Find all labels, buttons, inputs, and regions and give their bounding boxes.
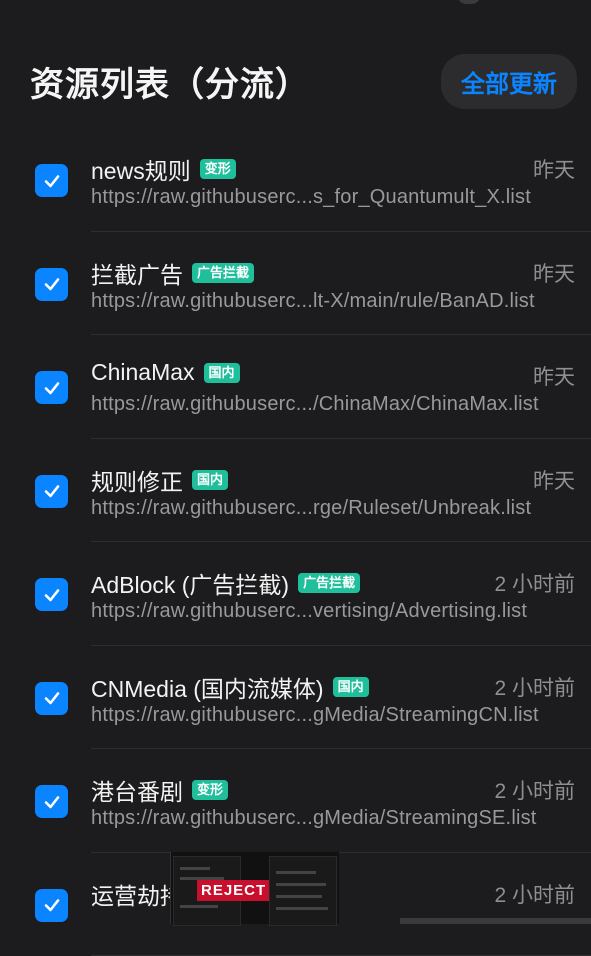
checkmark-icon	[42, 792, 62, 812]
checkbox[interactable]	[35, 371, 68, 404]
checkmark-icon	[42, 585, 62, 605]
updated-time: 昨天	[533, 258, 575, 288]
name-line: news规则变形	[91, 152, 236, 186]
list-item[interactable]: AdBlock (广告拦截) 广告拦截 2 小时前https://raw.githu…	[0, 542, 591, 646]
updated-time: 2 小时前	[494, 775, 575, 805]
list-header: 资源列表（分流） 全部更新	[30, 52, 577, 110]
resource-url: https://raw.githubuserc.../ChinaMax/Chin…	[91, 393, 539, 416]
resource-url: https://raw.githubuserc...rge/Ruleset/Un…	[91, 497, 531, 520]
checkmark-icon	[42, 895, 62, 915]
home-indicator	[400, 918, 591, 924]
resource-name: 拦截广告	[91, 256, 183, 290]
list-item[interactable]: CNMedia (国内流媒体) 国内 2 小时前https://raw.github…	[0, 646, 591, 750]
resource-name: AdBlock (广告拦截)	[91, 566, 289, 600]
checkmark-icon	[42, 171, 62, 191]
resource-url: https://raw.githubuserc...lt-X/main/rule…	[91, 290, 535, 313]
checkbox[interactable]	[35, 889, 68, 922]
resource-name: CNMedia (国内流媒体)	[91, 670, 324, 704]
name-line: 港台番剧变形	[91, 773, 228, 807]
resource-name: ChinaMax	[91, 359, 195, 386]
checkbox[interactable]	[35, 164, 68, 197]
policy-tag: 国内	[204, 363, 240, 383]
name-line: 拦截广告广告拦截	[91, 256, 254, 290]
name-line: ChinaMax 国内	[91, 359, 240, 386]
resource-list: news规则变形昨天https://raw.githubuserc...s_fo…	[0, 128, 591, 956]
update-all-button[interactable]: 全部更新	[441, 54, 577, 109]
updated-time: 昨天	[533, 465, 575, 495]
thumbnail-overlay: REJECT	[170, 852, 339, 924]
thumbnail-screenshot	[269, 856, 337, 926]
resource-url: https://raw.githubuserc...gMedia/Streami…	[91, 807, 537, 830]
updated-time: 昨天	[533, 361, 575, 391]
checkbox[interactable]	[35, 578, 68, 611]
updated-time: 昨天	[533, 154, 575, 184]
resource-name: news规则	[91, 152, 191, 186]
reject-badge: REJECT	[197, 880, 270, 901]
updated-time: 2 小时前	[494, 568, 575, 598]
top-status-indicator	[458, 0, 480, 4]
policy-tag: 国内	[333, 677, 369, 697]
name-line: CNMedia (国内流媒体) 国内	[91, 670, 369, 704]
list-item[interactable]: 拦截广告广告拦截 昨天https://raw.githubuserc...lt-X…	[0, 232, 591, 336]
resource-url: https://raw.githubuserc...gMedia/Streami…	[91, 704, 539, 727]
policy-tag: 变形	[192, 780, 228, 800]
resource-name: 港台番剧	[91, 773, 183, 807]
checkbox[interactable]	[35, 785, 68, 818]
policy-tag: 广告拦截	[298, 573, 360, 593]
checkmark-icon	[42, 688, 62, 708]
list-item[interactable]: ChinaMax 国内 昨天https://raw.githubuserc.../C…	[0, 335, 591, 439]
checkbox[interactable]	[35, 682, 68, 715]
name-line: 规则修正国内	[91, 463, 228, 497]
page-title: 资源列表（分流）	[30, 57, 310, 106]
resource-name: 规则修正	[91, 463, 183, 497]
resource-url: https://raw.githubuserc...s_for_Quantumu…	[91, 186, 531, 209]
resource-url: https://raw.githubuserc...vertising/Adve…	[91, 600, 527, 623]
list-item[interactable]: 规则修正国内 昨天https://raw.githubuserc...rge/Ru…	[0, 439, 591, 543]
policy-tag: 国内	[192, 470, 228, 490]
policy-tag: 广告拦截	[192, 263, 254, 283]
name-line: AdBlock (广告拦截) 广告拦截	[91, 566, 360, 600]
checkbox[interactable]	[35, 268, 68, 301]
checkmark-icon	[42, 481, 62, 501]
checkmark-icon	[42, 378, 62, 398]
list-item[interactable]: 港台番剧变形 2 小时前https://raw.githubuserc...gMe…	[0, 749, 591, 853]
policy-tag: 变形	[200, 159, 236, 179]
updated-time: 2 小时前	[494, 879, 575, 909]
list-item[interactable]: news规则变形 昨天https://raw.githubuserc...s_fo…	[0, 128, 591, 232]
updated-time: 2 小时前	[494, 672, 575, 702]
checkmark-icon	[42, 274, 62, 294]
checkbox[interactable]	[35, 475, 68, 508]
